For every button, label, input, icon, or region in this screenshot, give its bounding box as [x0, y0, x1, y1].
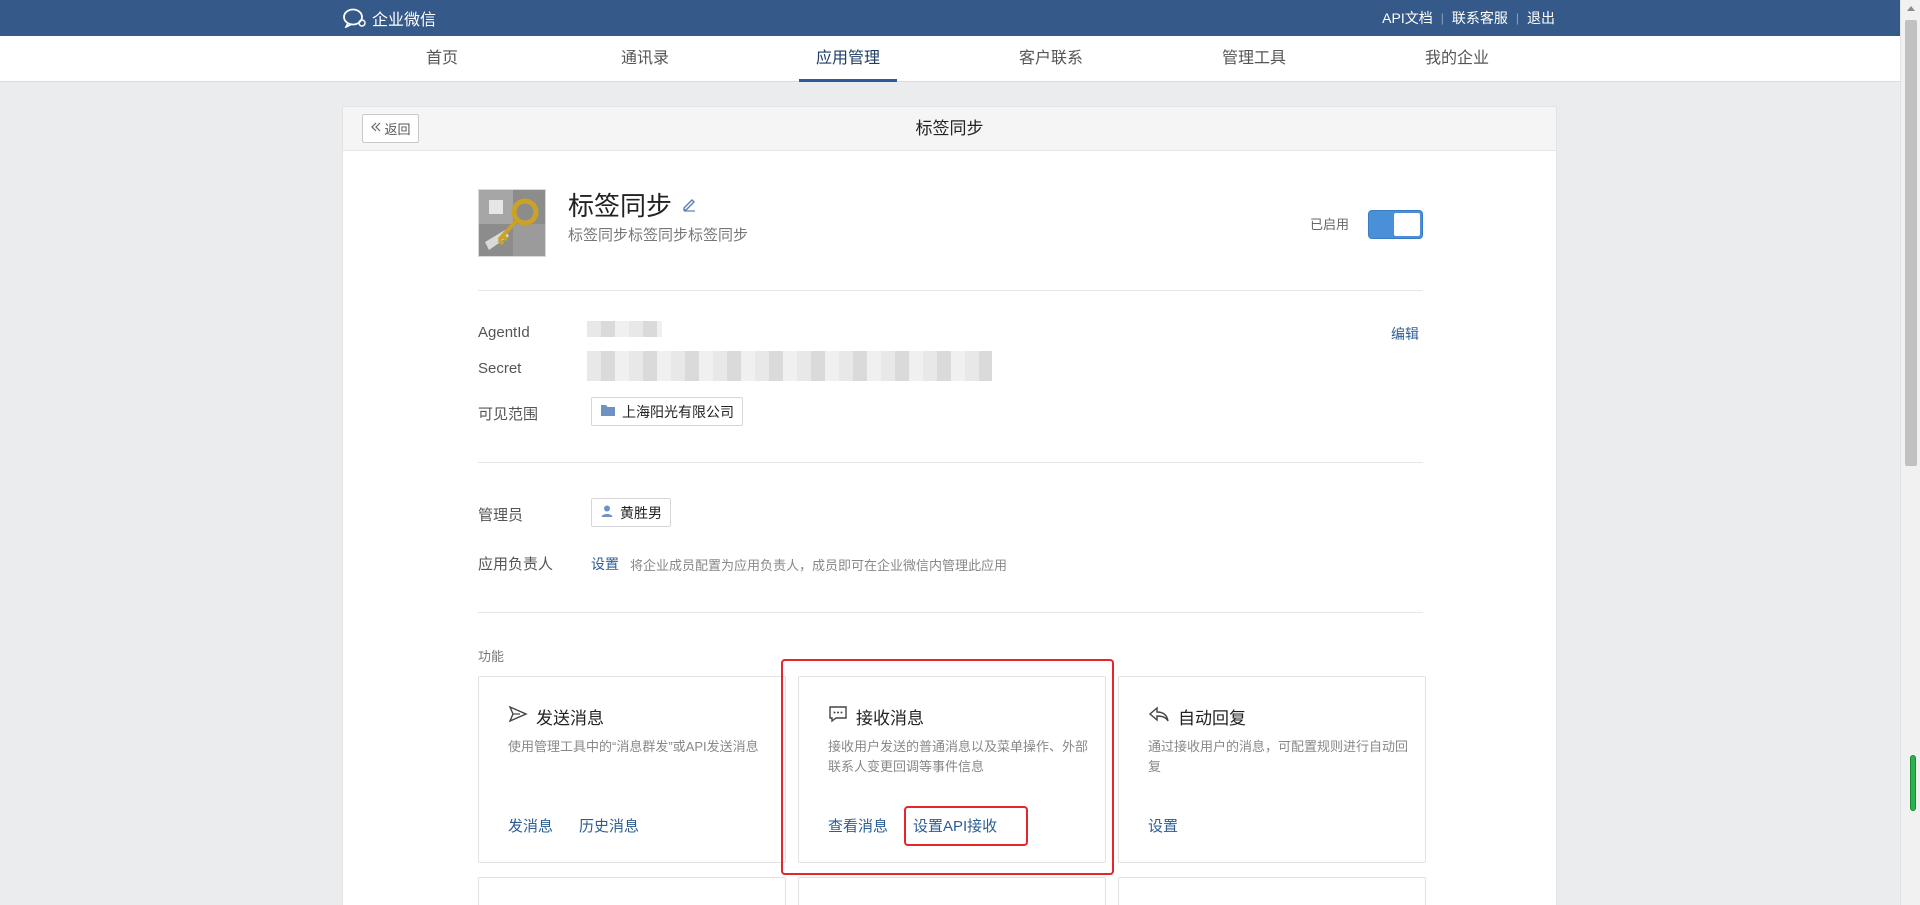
- chat-bubble-icon: [828, 705, 848, 728]
- function-card: [798, 877, 1106, 905]
- visible-range-label: 可见范围: [478, 406, 539, 423]
- function-title: 自动回复: [1178, 709, 1246, 728]
- scroll-up-icon[interactable]: [1907, 6, 1915, 11]
- separator: |: [1515, 11, 1519, 25]
- function-title: 接收消息: [856, 709, 924, 728]
- agentid-value-redacted: [587, 321, 662, 337]
- visible-range-value: 上海阳光有限公司: [622, 403, 734, 420]
- nav-app-management[interactable]: 应用管理: [799, 36, 897, 82]
- set-api-receive-link[interactable]: 设置API接收: [913, 815, 997, 836]
- function-desc: 接收用户发送的普通消息以及菜单操作、外部联系人变更回调等事件信息: [828, 739, 1089, 774]
- function-card: [1118, 877, 1426, 905]
- nav-my-enterprise[interactable]: 我的企业: [1408, 36, 1506, 82]
- separator: |: [1440, 11, 1444, 25]
- owner-set-link[interactable]: 设置: [591, 554, 619, 574]
- folder-icon: [600, 403, 616, 420]
- visible-range-tag[interactable]: 上海阳光有限公司: [591, 397, 743, 426]
- owner-hint: 将企业成员配置为应用负责人，成员即可在企业微信内管理此应用: [630, 558, 1008, 573]
- top-links: API文档 | 联系客服 | 退出: [1382, 0, 1555, 36]
- function-desc: 通过接收用户的消息，可配置规则进行自动回复: [1148, 739, 1409, 774]
- app-detail-card: 返回 标签同步 标签同步 标签同步标签同步标签同步 已启用 AgentId Se…: [342, 106, 1557, 905]
- divider: [478, 462, 1423, 463]
- divider: [478, 612, 1423, 613]
- function-card-auto-reply: 自动回复 通过接收用户的消息，可配置规则进行自动回复 设置: [1118, 676, 1426, 863]
- app-name: 标签同步: [568, 186, 698, 223]
- logo[interactable]: 企业微信: [342, 0, 436, 36]
- send-icon: [508, 705, 528, 728]
- user-icon: [600, 504, 614, 521]
- top-bar: 企业微信 API文档 | 联系客服 | 退出: [0, 0, 1900, 36]
- function-card-header: 接收消息: [828, 704, 924, 729]
- secret-value-redacted: [587, 351, 992, 381]
- logo-text: 企业微信: [372, 12, 437, 29]
- toggle-knob: [1394, 213, 1420, 236]
- enable-toggle[interactable]: [1368, 210, 1423, 239]
- agentid-label: AgentId: [478, 324, 530, 341]
- page-title: 标签同步: [915, 119, 984, 138]
- function-card-header: 自动回复: [1148, 704, 1246, 729]
- function-title: 发送消息: [536, 709, 604, 728]
- nav-contacts[interactable]: 通讯录: [596, 36, 694, 82]
- side-indicator: [1910, 755, 1916, 811]
- auto-reply-settings-link[interactable]: 设置: [1148, 815, 1178, 836]
- divider: [478, 290, 1423, 291]
- view-messages-link[interactable]: 查看消息: [828, 815, 888, 836]
- contact-support-link[interactable]: 联系客服: [1452, 8, 1508, 28]
- function-card: [478, 877, 786, 905]
- reply-icon: [1148, 705, 1170, 728]
- nav-home[interactable]: 首页: [393, 36, 491, 82]
- owner-label: 应用负责人: [478, 556, 554, 573]
- secret-label: Secret: [478, 360, 522, 377]
- scroll-thumb[interactable]: [1905, 20, 1917, 466]
- history-message-link[interactable]: 历史消息: [579, 815, 639, 836]
- page-scrollbar[interactable]: [1900, 0, 1920, 905]
- api-docs-link[interactable]: API文档: [1382, 8, 1433, 28]
- app-icon: [478, 189, 546, 257]
- app-name-text: 标签同步: [568, 191, 673, 221]
- edit-pencil-icon[interactable]: [680, 189, 698, 220]
- app-description: 标签同步标签同步标签同步: [568, 227, 749, 244]
- nav-admin-tools[interactable]: 管理工具: [1205, 36, 1303, 82]
- status-label: 已启用: [1310, 217, 1350, 232]
- send-message-link[interactable]: 发消息: [508, 815, 553, 836]
- admin-name: 黄胜男: [620, 504, 662, 521]
- edit-link[interactable]: 编辑: [1391, 324, 1419, 344]
- main-nav: 首页 通讯录 应用管理 客户联系 管理工具 我的企业: [0, 36, 1900, 82]
- functions-title: 功能: [478, 649, 505, 664]
- function-card-header: 发送消息: [508, 704, 604, 729]
- logout-link[interactable]: 退出: [1527, 8, 1555, 28]
- admin-tag[interactable]: 黄胜男: [591, 498, 671, 527]
- function-card-send: 发送消息 使用管理工具中的“消息群发”或API发送消息 发消息 历史消息: [478, 676, 786, 863]
- admin-label: 管理员: [478, 507, 524, 524]
- nav-customer-contact[interactable]: 客户联系: [1002, 36, 1100, 82]
- function-card-receive: 接收消息 接收用户发送的普通消息以及菜单操作、外部联系人变更回调等事件信息 查看…: [798, 676, 1106, 863]
- wecom-logo-icon: [342, 8, 368, 28]
- function-desc: 使用管理工具中的“消息群发”或API发送消息: [508, 739, 759, 754]
- card-header: 返回 标签同步: [343, 107, 1556, 151]
